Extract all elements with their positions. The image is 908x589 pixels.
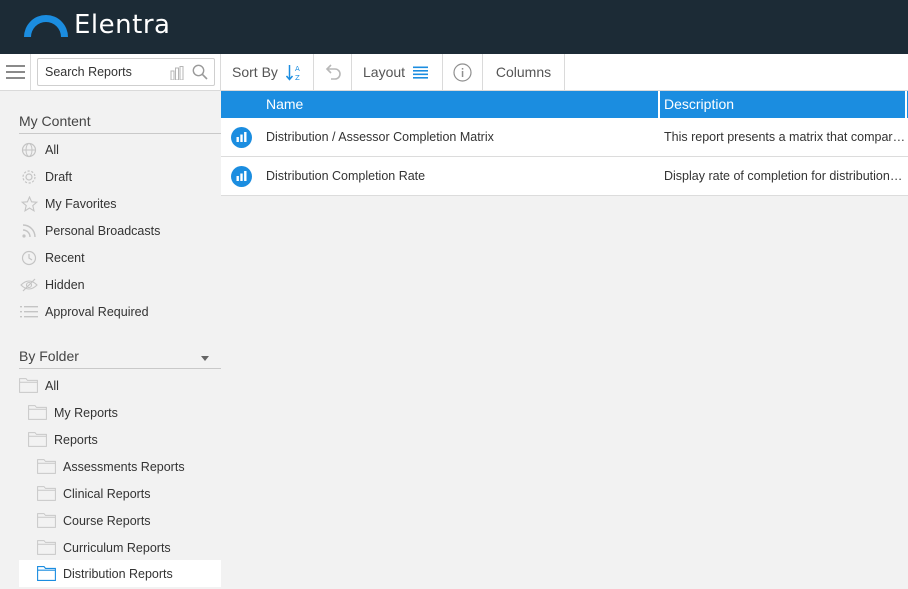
chevron-down-icon (201, 356, 209, 361)
grid-header: Name Description (221, 91, 908, 118)
report-chart-icon (231, 127, 252, 151)
search-area (31, 54, 221, 90)
folder-item-clinical-reports[interactable]: Clinical Reports (37, 480, 151, 507)
sidebar-item-all[interactable]: All (19, 136, 59, 163)
folder-icon (19, 378, 39, 394)
table-row[interactable]: Distribution / Assessor Completion Matri… (221, 118, 908, 157)
hamburger-icon (5, 65, 25, 79)
folder-label: My Reports (54, 405, 118, 420)
toolbar: Sort By A Z Layout (0, 54, 908, 91)
column-divider[interactable] (905, 91, 907, 118)
folder-icon (28, 432, 48, 448)
folder-label: Clinical Reports (63, 486, 151, 501)
folder-item-assessments-reports[interactable]: Assessments Reports (37, 453, 185, 480)
by-folder-label: By Folder (19, 348, 79, 364)
svg-text:A: A (295, 65, 300, 73)
folder-label: Course Reports (63, 513, 151, 528)
by-folder-heading[interactable]: By Folder (19, 348, 221, 369)
folder-label: Curriculum Reports (63, 540, 171, 555)
list-icon (19, 303, 39, 321)
folder-label: All (45, 378, 59, 393)
gear-icon (19, 168, 39, 186)
layout-button[interactable]: Layout (352, 54, 443, 90)
sidebar-item-approval-required[interactable]: Approval Required (19, 298, 149, 325)
hamburger-menu-button[interactable] (0, 54, 31, 90)
report-chart-icon (231, 166, 252, 190)
sidebar-item-hidden[interactable]: Hidden (19, 271, 85, 298)
info-icon (453, 62, 472, 82)
report-description: This report presents a matrix that compa… (664, 130, 908, 144)
columns-button[interactable]: Columns (483, 54, 565, 90)
folder-label: Assessments Reports (63, 459, 185, 474)
my-content-heading: My Content (19, 113, 221, 134)
clock-icon (19, 249, 39, 267)
report-grid: Name Description Distribution / Assessor… (221, 91, 908, 589)
columns-label: Columns (495, 64, 552, 80)
folder-item-reports[interactable]: Reports (28, 426, 98, 453)
folder-item-course-reports[interactable]: Course Reports (37, 507, 151, 534)
folder-item-curriculum-reports[interactable]: Curriculum Reports (37, 534, 171, 561)
elentra-logo[interactable]: Elentra (22, 10, 170, 40)
sort-by-label: Sort By (232, 64, 278, 80)
app-header: Elentra (0, 0, 908, 54)
search-icon[interactable] (192, 64, 208, 85)
folder-icon (37, 486, 57, 502)
column-header-name[interactable]: Name (266, 96, 303, 112)
undo-button[interactable] (314, 54, 352, 90)
column-divider[interactable] (658, 91, 660, 118)
rss-icon (19, 222, 39, 240)
sidebar-item-label: Hidden (45, 277, 85, 292)
search-box (37, 58, 215, 86)
sidebar-item-draft[interactable]: Draft (19, 163, 72, 190)
sidebar-item-label: Recent (45, 250, 85, 265)
folder-open-icon (37, 566, 57, 582)
svg-text:Z: Z (295, 74, 300, 81)
sidebar-item-personal-broadcasts[interactable]: Personal Broadcasts (19, 217, 160, 244)
folder-icon (37, 459, 57, 475)
sidebar-item-recent[interactable]: Recent (19, 244, 85, 271)
undo-icon (325, 64, 341, 80)
search-input[interactable] (45, 65, 165, 79)
folder-icon (37, 540, 57, 556)
brand-name: Elentra (74, 10, 171, 40)
info-button[interactable] (443, 54, 483, 90)
sidebar-item-my-favorites[interactable]: My Favorites (19, 190, 117, 217)
elentra-logo-mark-icon (24, 15, 68, 37)
column-header-description[interactable]: Description (664, 96, 734, 112)
layout-label: Layout (363, 64, 406, 80)
eye-slash-icon (19, 276, 39, 294)
globe-icon (19, 141, 39, 159)
folder-label: Distribution Reports (63, 566, 173, 581)
sidebar-item-label: My Favorites (45, 196, 117, 211)
report-name: Distribution / Assessor Completion Matri… (266, 130, 494, 144)
folder-label: Reports (54, 432, 98, 447)
folder-item-all[interactable]: All (19, 372, 59, 399)
folder-icon (28, 405, 48, 421)
star-icon (19, 195, 39, 213)
table-row[interactable]: Distribution Completion Rate Display rat… (221, 157, 908, 196)
sort-by-button[interactable]: Sort By A Z (221, 54, 314, 90)
report-name: Distribution Completion Rate (266, 169, 426, 183)
folder-item-distribution-reports[interactable]: Distribution Reports (19, 560, 221, 587)
sort-alpha-icon: A Z (285, 64, 302, 81)
list-layout-icon (413, 66, 429, 79)
sidebar-item-label: Personal Broadcasts (45, 223, 161, 238)
sidebar-item-label: All (45, 142, 59, 157)
sidebar-item-label: Draft (45, 169, 73, 184)
chart-filter-icon[interactable] (170, 66, 184, 85)
sidebar: My Content All Draft My Favorites Person… (0, 91, 221, 589)
sidebar-item-label: Approval Required (45, 304, 149, 319)
folder-icon (37, 513, 57, 529)
report-description: Display rate of completion for distribut… (664, 169, 908, 183)
folder-item-my-reports[interactable]: My Reports (28, 399, 118, 426)
